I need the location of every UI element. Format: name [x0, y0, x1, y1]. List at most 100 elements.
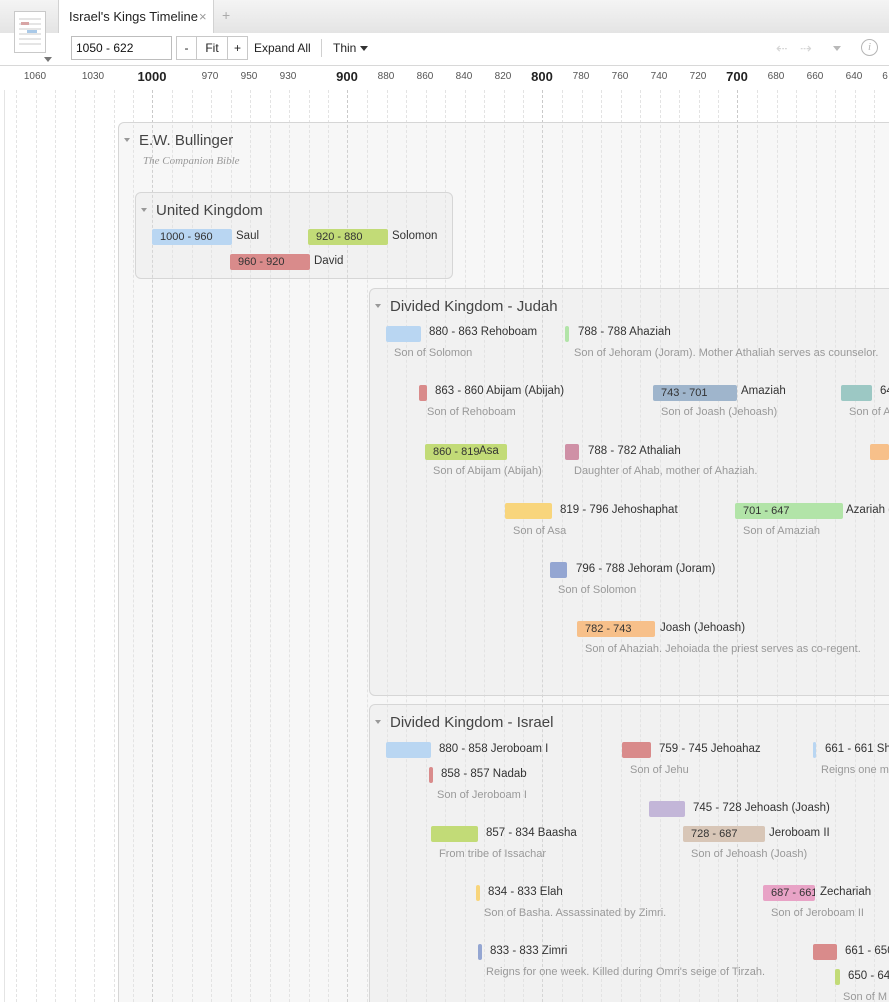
timeline-bar-saul[interactable]: 1000 - 960 [152, 229, 232, 245]
entry-desc-abijam: Son of Rehoboam [427, 406, 516, 418]
timeline-bar-pekahiah[interactable] [835, 969, 840, 985]
entry-label-baasha: 857 - 834 Baasha [486, 827, 577, 839]
timeline-bar-amaziah[interactable]: 743 - 701 [653, 385, 737, 401]
gridline [114, 90, 115, 1002]
ruler-tick: 740 [650, 71, 668, 82]
entry-desc-partial: Son of A [849, 406, 889, 418]
timeline-bar-elah[interactable] [476, 885, 480, 901]
entry-label-zechariah: Zechariah [820, 886, 872, 898]
entry-label-jehoash: 745 - 728 Jehoash (Joash) [693, 802, 830, 814]
entry-label-amaziah: Amaziah [741, 385, 786, 397]
thumbnail-menu-caret-icon[interactable] [44, 57, 52, 62]
collapse-caret-icon[interactable] [124, 138, 130, 142]
entry-label-abijam: 863 - 860 Abijam (Abijah) [435, 385, 565, 397]
timeline-bar-solomon[interactable]: 920 - 880 [308, 229, 388, 245]
toolbar-divider [321, 39, 322, 57]
collapse-caret-icon[interactable] [375, 304, 381, 308]
timeline-bar-david[interactable]: 960 - 920 [230, 254, 310, 270]
ruler-tick: 950 [240, 71, 258, 82]
entry-label-jeroboam-i: 880 - 858 Jeroboam I [439, 743, 549, 755]
timeline-bar-abijam[interactable] [419, 385, 427, 401]
entry-label-shallum: 661 - 661 Sha [825, 743, 889, 755]
close-icon[interactable]: × [199, 9, 207, 24]
ruler-tick: 820 [494, 71, 512, 82]
entry-desc-azariah: Son of Amaziah [743, 525, 821, 537]
info-icon[interactable]: i [861, 39, 878, 56]
fit-button[interactable]: Fit [196, 36, 228, 60]
ruler-tick: 880 [377, 71, 395, 82]
timeline-canvas[interactable]: E.W. Bullinger The Companion Bible Unite… [0, 90, 889, 1002]
ruler-tick: 860 [416, 71, 434, 82]
ruler-tick: 1030 [81, 71, 105, 82]
year-ruler: 1060 1030 1000 970 950 930 900 880 860 8… [0, 66, 889, 90]
entry-desc-jehoshaphat: Son of Asa [513, 525, 567, 537]
gridline [16, 90, 17, 1002]
entry-label-jehoshaphat: 819 - 796 Jehoshaphat [560, 504, 678, 516]
group-title-bullinger: E.W. Bullinger [139, 132, 234, 149]
ruler-tick: 800 [531, 69, 553, 84]
back-arrow-icon[interactable]: ⇠ [776, 40, 788, 57]
ruler-tick: 1060 [23, 71, 47, 82]
ruler-tick: 840 [455, 71, 473, 82]
timeline-bar-nadab[interactable] [429, 767, 433, 783]
entry-label-partial: 64 [880, 385, 889, 397]
entry-label-jeroboam-ii: Jeroboam II [769, 827, 830, 839]
zoom-out-button[interactable]: - [176, 36, 197, 60]
timeline-bar-athaliah[interactable] [565, 444, 579, 460]
toolbar: - Fit + Expand All Thin ⇠ ⇢ i [0, 33, 889, 66]
timeline-bar-uzziah-partial[interactable] [841, 385, 872, 401]
entry-label-ahaziah: 788 - 788 Ahaziah [578, 326, 671, 338]
entry-label-rehoboam: 880 - 863 Rehoboam [429, 326, 538, 338]
thickness-dropdown[interactable]: Thin [333, 41, 369, 55]
entry-desc-rehoboam: Son of Solomon [394, 347, 473, 359]
chevron-down-icon[interactable] [833, 46, 841, 51]
expand-all-button[interactable]: Expand All [254, 41, 311, 55]
date-range-input[interactable] [71, 36, 172, 60]
tab-israels-kings-timeline[interactable]: Israel's Kings Timeline × [58, 0, 214, 34]
timeline-bar-zimri[interactable] [478, 944, 482, 960]
timeline-bar-shallum[interactable] [813, 742, 816, 758]
timeline-bar-rehoboam[interactable] [386, 326, 421, 342]
timeline-bar-jehoash[interactable] [649, 801, 685, 817]
ruler-tick: 780 [572, 71, 590, 82]
document-thumbnail-icon[interactable] [14, 11, 46, 53]
timeline-bar-baasha[interactable] [431, 826, 478, 842]
chevron-down-icon [360, 46, 369, 52]
entry-label-jehoram: 796 - 788 Jehoram (Joram) [576, 563, 716, 575]
entry-desc-joash: Son of Ahaziah. Jehoiada the priest serv… [585, 643, 861, 655]
timeline-bar-ahaziah[interactable] [565, 326, 569, 342]
timeline-bar-joash[interactable]: 782 - 743 [577, 621, 655, 637]
group-title-united-kingdom: United Kingdom [156, 202, 263, 219]
timeline-bar-jehoahaz[interactable] [622, 742, 651, 758]
timeline-bar-jeroboam-ii[interactable]: 728 - 687 [683, 826, 765, 842]
gridline [55, 90, 56, 1002]
entry-label-nadab: 858 - 857 Nadab [441, 768, 527, 780]
entry-desc-zimri: Reigns for one week. Killed during Omri'… [486, 966, 766, 978]
entry-label-asa: Asa [479, 445, 499, 457]
gridline [75, 90, 76, 1002]
timeline-bar-offscreen[interactable] [870, 444, 889, 460]
title-bar: Israel's Kings Timeline × + [0, 0, 889, 34]
zoom-in-button[interactable]: + [227, 36, 248, 60]
collapse-caret-icon[interactable] [375, 720, 381, 724]
timeline-bar-jehoshaphat[interactable] [505, 503, 552, 519]
entry-desc-ahaziah: Son of Jehoram (Joram). Mother Athaliah … [574, 347, 879, 359]
timeline-bar-azariah[interactable]: 701 - 647 [735, 503, 843, 519]
group-title-judah: Divided Kingdom - Judah [390, 298, 558, 315]
ruler-tick: 660 [806, 71, 824, 82]
entry-desc-jeroboam-ii: Son of Jehoash (Joash) [691, 848, 808, 860]
entry-label-zimri: 833 - 833 Zimri [490, 945, 568, 957]
timeline-bar-zechariah[interactable]: 687 - 661 [763, 885, 815, 901]
timeline-bar-jeroboam-i[interactable] [386, 742, 431, 758]
gridline [94, 90, 95, 1002]
new-tab-button[interactable]: + [222, 7, 230, 23]
ruler-tick: 700 [726, 69, 748, 84]
timeline-bar-jehoram[interactable] [550, 562, 567, 578]
entry-desc-asa: Son of Abijam (Abijah) [433, 465, 542, 477]
timeline-bar-menahem[interactable] [813, 944, 837, 960]
forward-arrow-icon[interactable]: ⇢ [800, 40, 812, 57]
group-subtitle-bullinger: The Companion Bible [143, 155, 240, 167]
collapse-caret-icon[interactable] [141, 208, 147, 212]
entry-desc-athaliah: Daughter of Ahab, mother of Ahaziah. [574, 465, 758, 477]
gridline [36, 90, 37, 1002]
